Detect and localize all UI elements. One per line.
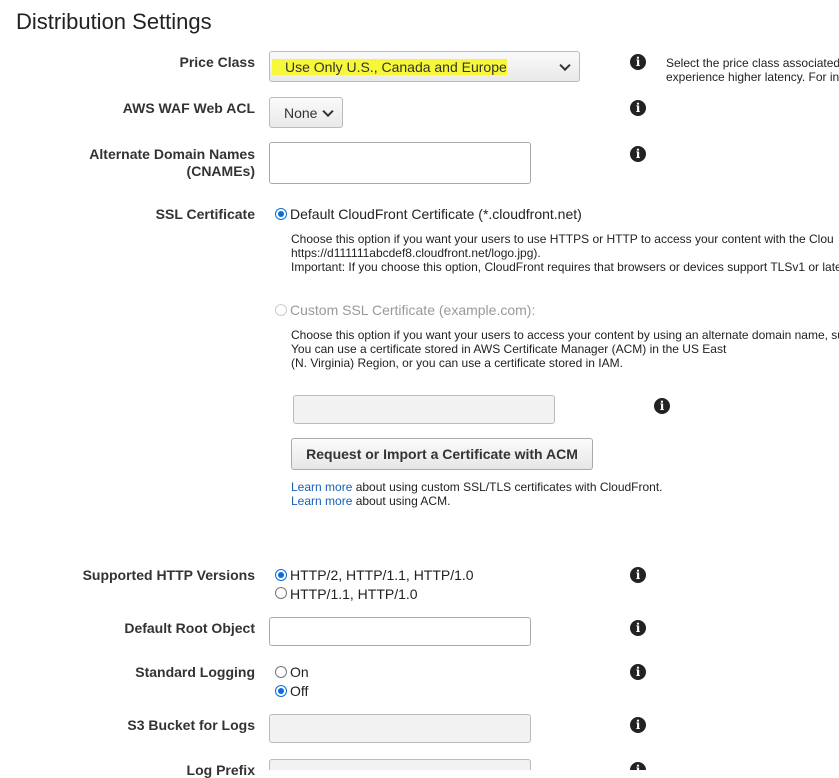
http2-radio[interactable]	[275, 569, 287, 581]
chevron-down-icon	[559, 59, 571, 71]
price-class-value: Use Only U.S., Canada and Europe	[285, 59, 507, 75]
ssl-custom-desc-2: You can use a certificate stored in AWS …	[291, 342, 727, 356]
logging-on-radio[interactable]	[275, 666, 287, 678]
info-icon[interactable]: i	[630, 664, 646, 680]
http-versions-label: Supported HTTP Versions	[82, 567, 255, 583]
info-icon[interactable]: i	[630, 620, 646, 636]
info-icon[interactable]: i	[654, 398, 670, 414]
info-icon[interactable]: i	[630, 146, 646, 162]
logging-off-radio[interactable]	[275, 685, 287, 697]
cnames-label-1: Alternate Domain Names	[89, 146, 255, 162]
request-acm-certificate-button[interactable]: Request or Import a Certificate with ACM	[291, 438, 593, 470]
info-icon[interactable]: i	[630, 100, 646, 116]
ssl-custom-desc-3: (N. Virginia) Region, or you can use a c…	[291, 356, 623, 370]
price-class-help-1: Select the price class associated	[666, 56, 839, 70]
http11-radio[interactable]	[275, 587, 287, 599]
ssl-default-desc-2: https://d111111abcdef8.cloudfront.net/lo…	[291, 246, 541, 260]
ssl-label: SSL Certificate	[155, 206, 255, 222]
custom-certificate-input[interactable]	[293, 395, 555, 424]
waf-value: None	[284, 105, 318, 121]
chevron-down-icon	[322, 105, 334, 117]
ssl-custom-radio[interactable]	[275, 304, 287, 316]
log-prefix-label: Log Prefix	[186, 762, 255, 778]
info-icon[interactable]: i	[630, 567, 646, 583]
learn-more-ssl-text: about using custom SSL/TLS certificates …	[352, 480, 663, 494]
learn-more-acm-link[interactable]: Learn more	[291, 494, 352, 508]
price-class-label: Price Class	[179, 54, 256, 70]
ssl-default-label: Default CloudFront Certificate (*.cloudf…	[290, 206, 582, 222]
cnames-label-2: (CNAMEs)	[186, 163, 255, 179]
info-icon[interactable]: i	[630, 54, 646, 70]
http2-label: HTTP/2, HTTP/1.1, HTTP/1.0	[290, 567, 474, 583]
waf-select[interactable]: None	[269, 97, 343, 128]
price-class-select[interactable]: Use Only U.S., Canada and Europe	[269, 51, 580, 82]
ssl-default-radio[interactable]	[275, 208, 287, 220]
learn-more-ssl-line: Learn more about using custom SSL/TLS ce…	[291, 481, 663, 493]
ssl-default-desc-1: Choose this option if you want your user…	[291, 232, 834, 246]
ssl-default-desc-3: Important: If you choose this option, Cl…	[291, 260, 839, 274]
waf-label: AWS WAF Web ACL	[122, 100, 255, 116]
root-object-input[interactable]	[269, 617, 531, 646]
log-prefix-input[interactable]	[269, 759, 531, 770]
page-title: Distribution Settings	[16, 9, 212, 34]
price-class-help-2: experience higher latency. For in	[666, 70, 839, 84]
cnames-textarea[interactable]	[269, 142, 531, 184]
learn-more-ssl-link[interactable]: Learn more	[291, 480, 352, 494]
info-icon[interactable]: i	[630, 717, 646, 733]
logging-off-label: Off	[290, 683, 309, 699]
s3-bucket-label: S3 Bucket for Logs	[127, 717, 255, 733]
s3-bucket-input[interactable]	[269, 714, 531, 743]
logging-on-label: On	[290, 664, 309, 680]
learn-more-acm-line: Learn more about using ACM.	[291, 495, 450, 507]
ssl-custom-desc-1: Choose this option if you want your user…	[291, 328, 839, 342]
root-object-label: Default Root Object	[124, 620, 255, 636]
ssl-custom-label: Custom SSL Certificate (example.com):	[290, 302, 536, 318]
logging-label: Standard Logging	[135, 664, 255, 680]
http11-label: HTTP/1.1, HTTP/1.0	[290, 586, 418, 602]
info-icon[interactable]: i	[630, 762, 646, 770]
learn-more-acm-text: about using ACM.	[352, 494, 451, 508]
